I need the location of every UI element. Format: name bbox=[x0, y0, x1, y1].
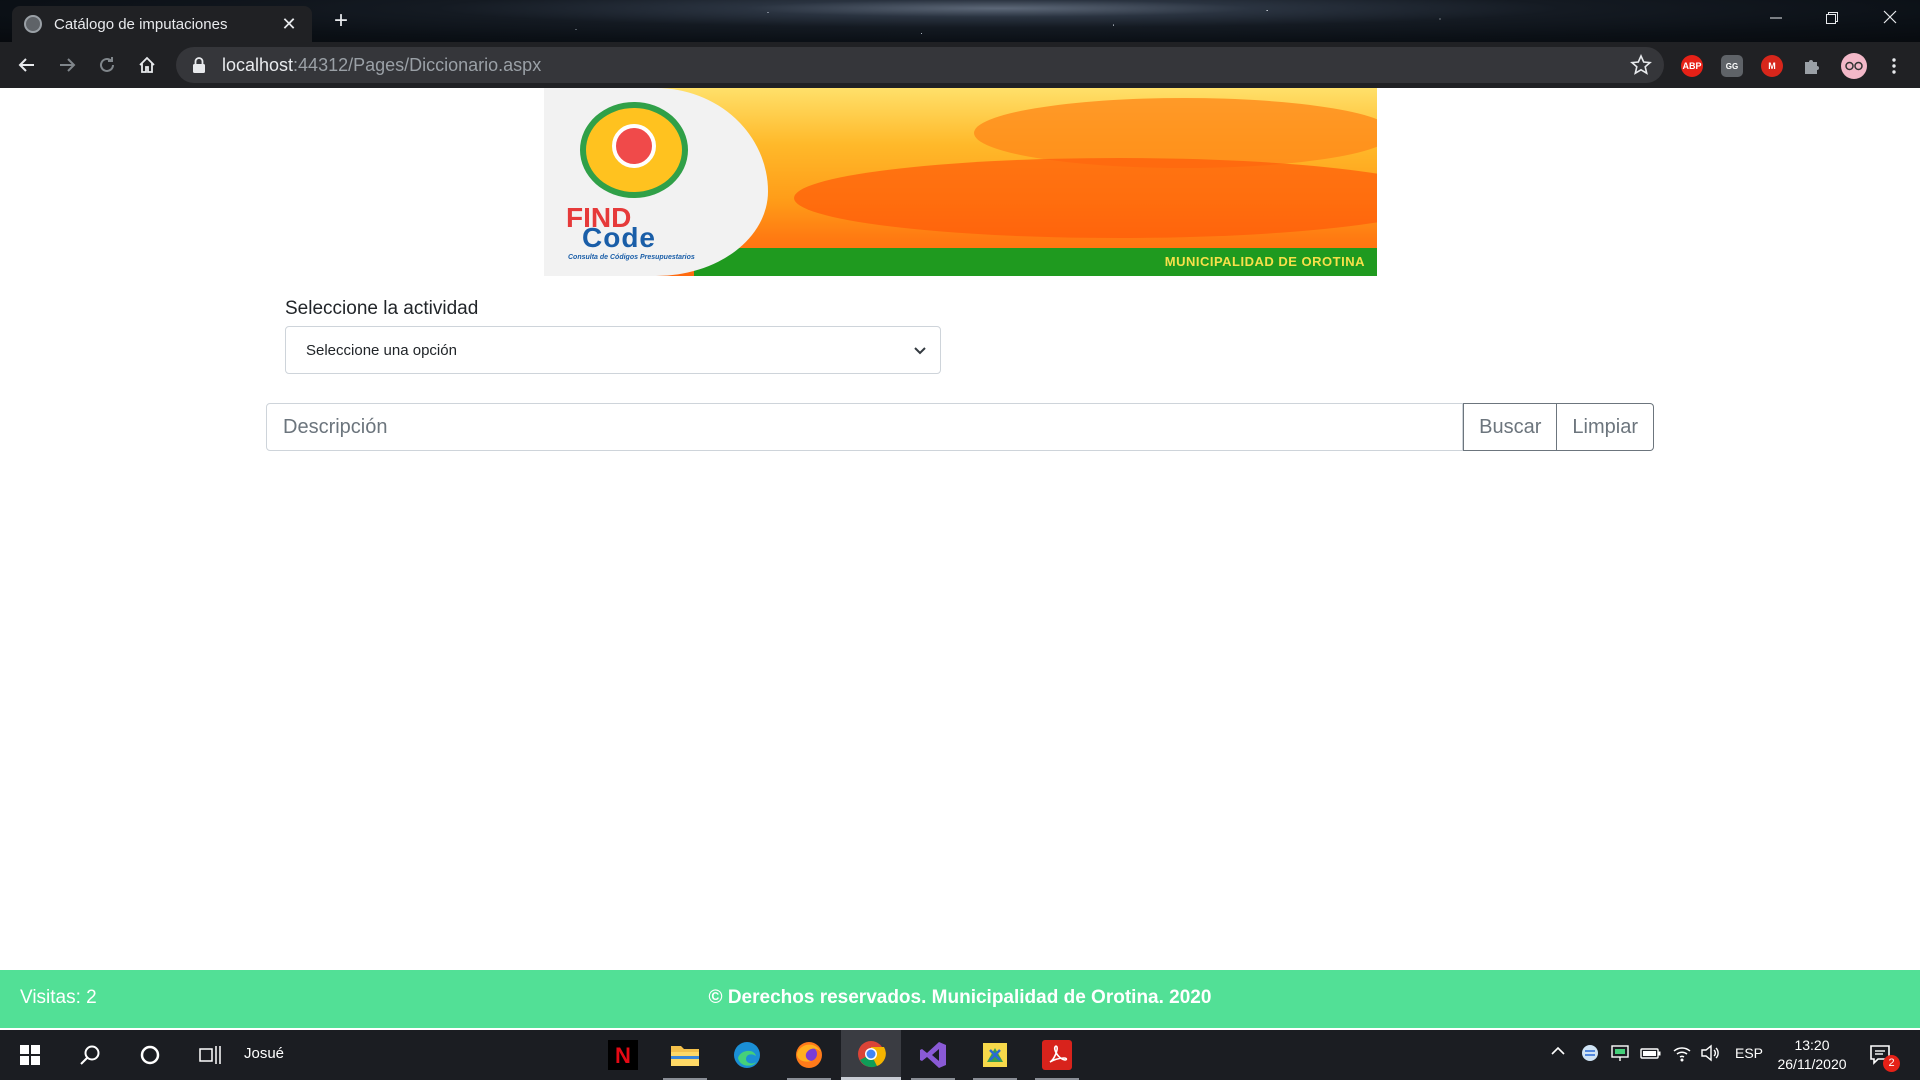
cortana-icon[interactable] bbox=[133, 1038, 167, 1072]
activity-selected-value: Seleccione una opción bbox=[306, 341, 457, 359]
file-explorer-icon[interactable] bbox=[655, 1030, 715, 1080]
browser-menu-icon[interactable] bbox=[1883, 55, 1905, 77]
home-icon[interactable] bbox=[131, 49, 163, 81]
banner-wave bbox=[794, 158, 1377, 238]
findcode-logo-icon bbox=[580, 102, 688, 198]
activity-label: Seleccione la actividad bbox=[285, 298, 479, 319]
findcode-banner: FIND Code Consulta de Códigos Presupuest… bbox=[544, 88, 1377, 276]
sticky-app-icon[interactable] bbox=[965, 1030, 1025, 1080]
new-tab-button[interactable]: + bbox=[326, 6, 356, 36]
battery-icon[interactable] bbox=[1640, 1043, 1662, 1066]
browser-titlebar: Catálogo de imputaciones ✕ + bbox=[0, 0, 1920, 42]
url-path: :44312/Pages/Diccionario.aspx bbox=[293, 54, 542, 75]
tab-title: Catálogo de imputaciones bbox=[54, 15, 228, 33]
windows-taskbar: Josué N ESP 13:20 26/11/2020 2 bbox=[0, 1030, 1920, 1080]
description-input[interactable] bbox=[266, 403, 1464, 451]
close-window-icon[interactable] bbox=[1862, 0, 1918, 36]
search-group: Buscar Limpiar bbox=[266, 403, 1654, 451]
visual-studio-icon[interactable] bbox=[903, 1030, 963, 1080]
page-content: FIND Code Consulta de Códigos Presupuest… bbox=[0, 88, 1920, 1028]
mega-extension-icon[interactable]: M bbox=[1761, 55, 1783, 77]
chevron-down-icon bbox=[914, 347, 926, 355]
chevron-up-icon[interactable] bbox=[1550, 1043, 1566, 1062]
back-icon[interactable] bbox=[11, 49, 43, 81]
extension-glasses-icon[interactable]: GG bbox=[1721, 55, 1743, 77]
taskbar-user-name[interactable]: Josué bbox=[244, 1045, 284, 1062]
task-view-icon[interactable] bbox=[193, 1038, 227, 1072]
address-bar[interactable]: localhost:44312/Pages/Diccionario.aspx bbox=[176, 47, 1664, 83]
minimize-icon[interactable] bbox=[1748, 0, 1804, 36]
cloud-sync-icon[interactable] bbox=[1580, 1043, 1600, 1066]
chrome-icon[interactable] bbox=[841, 1030, 901, 1080]
forward-icon[interactable] bbox=[51, 49, 83, 81]
activity-select[interactable]: Seleccione una opción bbox=[285, 326, 941, 374]
browser-tab[interactable]: Catálogo de imputaciones ✕ bbox=[12, 6, 312, 42]
notification-badge: 2 bbox=[1883, 1055, 1900, 1072]
clock-time: 13:20 bbox=[1794, 1037, 1830, 1053]
extensions-puzzle-icon[interactable] bbox=[1801, 55, 1823, 77]
search-icon[interactable] bbox=[73, 1038, 107, 1072]
edge-icon[interactable] bbox=[717, 1030, 777, 1080]
lock-icon bbox=[193, 57, 205, 73]
browser-toolbar: localhost:44312/Pages/Diccionario.aspx A… bbox=[0, 42, 1920, 88]
restore-icon[interactable] bbox=[1804, 0, 1860, 36]
logo-panel: FIND Code Consulta de Códigos Presupuest… bbox=[544, 88, 768, 276]
banner-wave bbox=[974, 98, 1377, 168]
clear-button[interactable]: Limpiar bbox=[1557, 403, 1654, 451]
tab-close-icon[interactable]: ✕ bbox=[278, 14, 300, 35]
globe-icon bbox=[24, 15, 42, 33]
search-button[interactable]: Buscar bbox=[1463, 403, 1558, 451]
network-icon[interactable] bbox=[1610, 1043, 1630, 1066]
url-host: localhost bbox=[222, 54, 294, 75]
volume-icon[interactable] bbox=[1700, 1043, 1720, 1066]
wifi-icon[interactable] bbox=[1672, 1043, 1692, 1066]
bookmark-star-icon[interactable] bbox=[1630, 54, 1652, 76]
municipality-name: MUNICIPALIDAD DE OROTINA bbox=[1164, 254, 1365, 269]
copyright-text: © Derechos reservados. Municipalidad de … bbox=[708, 987, 1212, 1008]
clock-date: 26/11/2020 bbox=[1777, 1056, 1847, 1072]
svg-text:N: N bbox=[615, 1043, 631, 1068]
acrobat-icon[interactable] bbox=[1027, 1030, 1087, 1080]
netflix-icon[interactable]: N bbox=[593, 1030, 653, 1080]
taskbar-clock[interactable]: 13:20 26/11/2020 bbox=[1770, 1036, 1854, 1074]
windows-start-icon[interactable] bbox=[13, 1038, 47, 1072]
page-footer: Visitas: 2 © Derechos reservados. Munici… bbox=[0, 970, 1920, 1028]
adblock-plus-icon[interactable]: ABP bbox=[1681, 55, 1703, 77]
logo-subtitle: Consulta de Códigos Presupuestarios bbox=[568, 254, 695, 261]
logo-code-text: Code bbox=[582, 222, 656, 253]
profile-avatar[interactable] bbox=[1841, 53, 1867, 79]
notifications-icon[interactable]: 2 bbox=[1864, 1038, 1900, 1072]
firefox-icon[interactable] bbox=[779, 1030, 839, 1080]
input-language[interactable]: ESP bbox=[1735, 1045, 1763, 1061]
reload-icon[interactable] bbox=[91, 49, 123, 81]
